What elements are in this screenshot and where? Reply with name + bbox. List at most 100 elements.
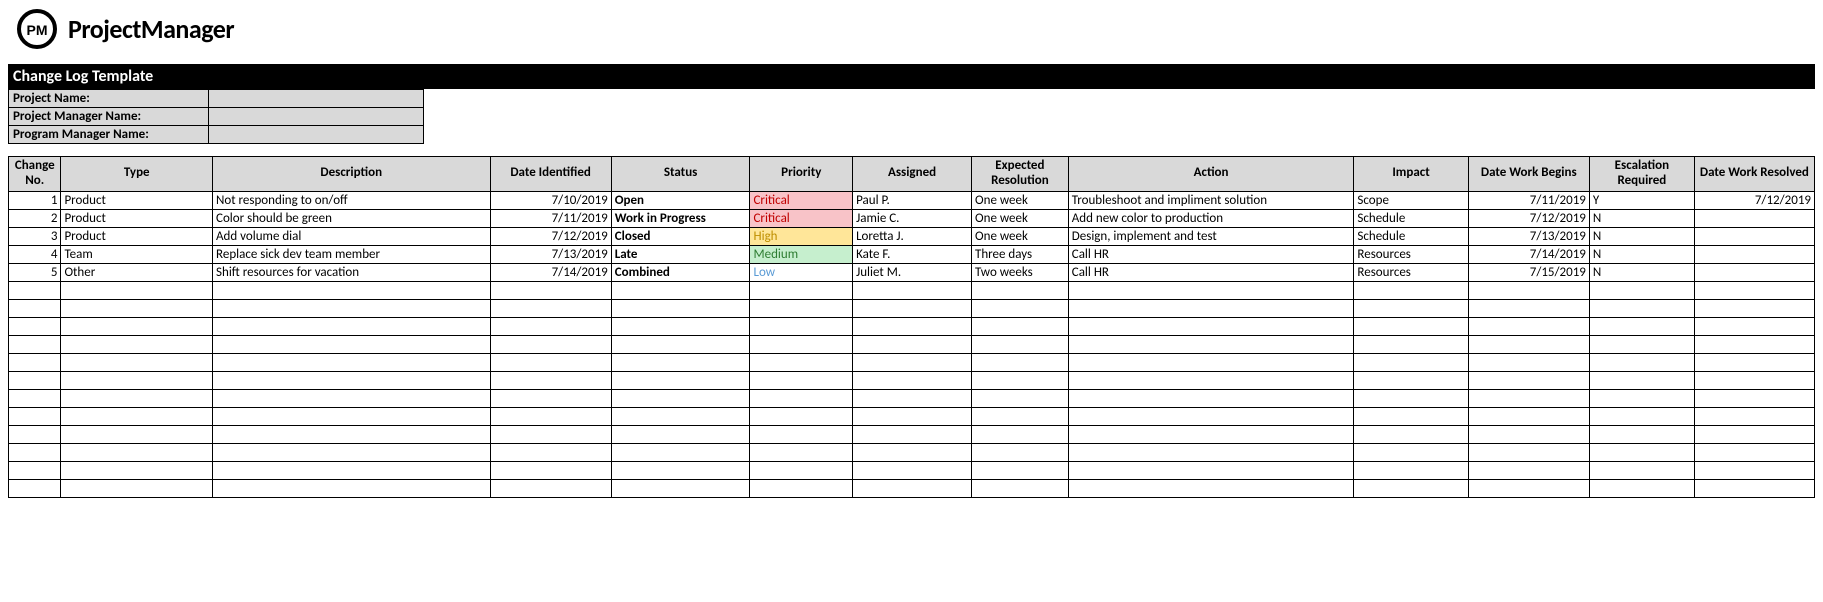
empty-cell[interactable]: [750, 299, 853, 317]
cell-no[interactable]: 2: [9, 209, 61, 227]
cell-desc[interactable]: Not responding to on/off: [213, 191, 490, 209]
empty-cell[interactable]: [611, 461, 750, 479]
empty-cell[interactable]: [853, 407, 972, 425]
empty-cell[interactable]: [1694, 371, 1814, 389]
empty-cell[interactable]: [1068, 281, 1354, 299]
empty-cell[interactable]: [972, 299, 1069, 317]
empty-cell[interactable]: [611, 443, 750, 461]
cell-no[interactable]: 4: [9, 245, 61, 263]
cell-res[interactable]: Two weeks: [972, 263, 1069, 281]
empty-cell[interactable]: [1068, 317, 1354, 335]
empty-cell[interactable]: [972, 461, 1069, 479]
empty-cell[interactable]: [1468, 299, 1589, 317]
cell-priority[interactable]: Critical: [750, 191, 853, 209]
empty-cell[interactable]: [853, 443, 972, 461]
empty-cell[interactable]: [1468, 443, 1589, 461]
empty-cell[interactable]: [1694, 353, 1814, 371]
empty-cell[interactable]: [853, 299, 972, 317]
empty-cell[interactable]: [213, 299, 490, 317]
empty-cell[interactable]: [490, 407, 611, 425]
empty-cell[interactable]: [213, 389, 490, 407]
empty-cell[interactable]: [1694, 281, 1814, 299]
empty-cell[interactable]: [213, 407, 490, 425]
empty-cell[interactable]: [1468, 353, 1589, 371]
empty-cell[interactable]: [853, 389, 972, 407]
empty-cell[interactable]: [750, 425, 853, 443]
empty-cell[interactable]: [750, 317, 853, 335]
empty-cell[interactable]: [1068, 443, 1354, 461]
cell-res[interactable]: Three days: [972, 245, 1069, 263]
empty-cell[interactable]: [853, 353, 972, 371]
empty-cell[interactable]: [750, 407, 853, 425]
cell-res[interactable]: One week: [972, 227, 1069, 245]
cell-begin[interactable]: 7/12/2019: [1468, 209, 1589, 227]
cell-desc[interactable]: Replace sick dev team member: [213, 245, 490, 263]
empty-cell[interactable]: [611, 425, 750, 443]
cell-assign[interactable]: Paul P.: [853, 191, 972, 209]
empty-cell[interactable]: [1589, 335, 1694, 353]
empty-cell[interactable]: [972, 281, 1069, 299]
empty-cell[interactable]: [853, 371, 972, 389]
empty-cell[interactable]: [1589, 407, 1694, 425]
empty-cell[interactable]: [750, 443, 853, 461]
empty-cell[interactable]: [853, 425, 972, 443]
cell-impact[interactable]: Schedule: [1354, 209, 1468, 227]
empty-cell[interactable]: [853, 461, 972, 479]
empty-cell[interactable]: [611, 335, 750, 353]
empty-cell[interactable]: [972, 443, 1069, 461]
empty-cell[interactable]: [1589, 317, 1694, 335]
meta-value-pm[interactable]: [209, 108, 424, 126]
empty-cell[interactable]: [213, 461, 490, 479]
empty-cell[interactable]: [61, 389, 213, 407]
cell-date[interactable]: 7/13/2019: [490, 245, 611, 263]
empty-cell[interactable]: [1354, 407, 1468, 425]
empty-cell[interactable]: [1589, 425, 1694, 443]
empty-cell[interactable]: [1468, 371, 1589, 389]
cell-action[interactable]: Add new color to production: [1068, 209, 1354, 227]
empty-cell[interactable]: [213, 317, 490, 335]
empty-cell[interactable]: [213, 443, 490, 461]
cell-date[interactable]: 7/12/2019: [490, 227, 611, 245]
empty-cell[interactable]: [1354, 317, 1468, 335]
empty-cell[interactable]: [213, 281, 490, 299]
empty-cell[interactable]: [611, 353, 750, 371]
empty-cell[interactable]: [9, 479, 61, 497]
empty-cell[interactable]: [61, 479, 213, 497]
empty-cell[interactable]: [9, 461, 61, 479]
cell-type[interactable]: Product: [61, 191, 213, 209]
empty-cell[interactable]: [9, 353, 61, 371]
cell-esc[interactable]: Y: [1589, 191, 1694, 209]
cell-begin[interactable]: 7/15/2019: [1468, 263, 1589, 281]
empty-cell[interactable]: [1589, 371, 1694, 389]
cell-esc[interactable]: N: [1589, 245, 1694, 263]
cell-desc[interactable]: Shift resources for vacation: [213, 263, 490, 281]
cell-esc[interactable]: N: [1589, 209, 1694, 227]
empty-cell[interactable]: [490, 371, 611, 389]
empty-cell[interactable]: [1068, 299, 1354, 317]
empty-cell[interactable]: [61, 335, 213, 353]
cell-impact[interactable]: Scope: [1354, 191, 1468, 209]
empty-cell[interactable]: [490, 479, 611, 497]
cell-resolv[interactable]: [1694, 209, 1814, 227]
cell-status[interactable]: Open: [611, 191, 750, 209]
empty-cell[interactable]: [1354, 425, 1468, 443]
empty-cell[interactable]: [1068, 335, 1354, 353]
empty-cell[interactable]: [61, 371, 213, 389]
cell-type[interactable]: Team: [61, 245, 213, 263]
empty-cell[interactable]: [611, 299, 750, 317]
empty-cell[interactable]: [9, 317, 61, 335]
cell-type[interactable]: Other: [61, 263, 213, 281]
empty-cell[interactable]: [9, 389, 61, 407]
empty-cell[interactable]: [611, 407, 750, 425]
empty-cell[interactable]: [1468, 335, 1589, 353]
empty-cell[interactable]: [972, 353, 1069, 371]
empty-cell[interactable]: [1694, 461, 1814, 479]
cell-no[interactable]: 1: [9, 191, 61, 209]
cell-status[interactable]: Combined: [611, 263, 750, 281]
cell-date[interactable]: 7/10/2019: [490, 191, 611, 209]
empty-cell[interactable]: [1694, 299, 1814, 317]
empty-cell[interactable]: [61, 281, 213, 299]
cell-assign[interactable]: Loretta J.: [853, 227, 972, 245]
empty-cell[interactable]: [490, 353, 611, 371]
empty-cell[interactable]: [853, 479, 972, 497]
